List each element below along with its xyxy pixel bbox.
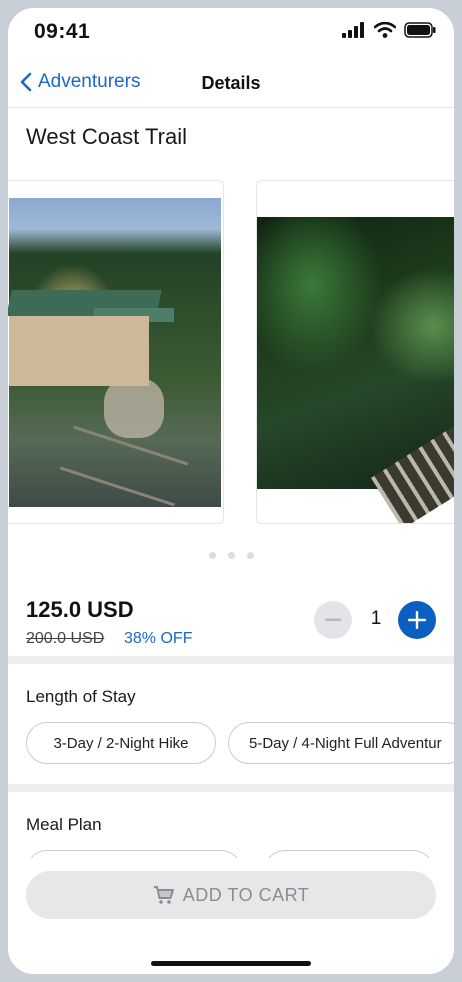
increase-quantity-button[interactable] [398, 601, 436, 639]
section-divider [8, 656, 454, 664]
page-dot[interactable] [227, 552, 235, 559]
carousel-card-forest[interactable] [256, 180, 454, 524]
status-icons [342, 22, 436, 38]
signal-icon [342, 22, 364, 38]
discount-label: 38% OFF [124, 630, 193, 647]
carousel-card-lodge[interactable] [8, 180, 224, 524]
lodge-photo [8, 198, 221, 507]
carousel-page-indicator [8, 552, 454, 559]
add-to-cart-button[interactable]: ADD TO CART [26, 871, 436, 919]
stay-option-3-day[interactable]: 3-Day / 2-Night Hike [26, 722, 216, 764]
page-dot[interactable] [246, 552, 254, 559]
quantity-value: 1 [370, 608, 382, 629]
length-of-stay-heading: Length of Stay [26, 687, 136, 706]
stay-option-5-day[interactable]: 5-Day / 4-Night Full Adventur [228, 722, 454, 764]
add-to-cart-label: ADD TO CART [182, 884, 310, 905]
screen: 09:41 Adventurers Details West Coast Tra… [8, 8, 454, 974]
meal-plan-heading: Meal Plan [26, 815, 102, 834]
wifi-icon [374, 22, 396, 38]
product-title: West Coast Trail [26, 124, 187, 149]
navigation-bar: Adventurers Details [8, 63, 454, 108]
cart-icon [153, 886, 174, 904]
image-carousel[interactable] [8, 180, 454, 526]
plus-icon [408, 611, 426, 629]
status-time: 09:41 [34, 20, 91, 43]
home-indicator[interactable] [151, 961, 311, 966]
decrease-quantity-button[interactable] [314, 601, 352, 639]
current-price: 125.0 USD [26, 597, 134, 622]
phone-frame: 09:41 Adventurers Details West Coast Tra… [0, 0, 462, 982]
bottom-action-area: ADD TO CART [8, 858, 454, 974]
section-divider [8, 784, 454, 792]
battery-icon [404, 22, 436, 38]
page-dot[interactable] [208, 552, 216, 559]
minus-icon [325, 618, 341, 621]
original-price: 200.0 USD [26, 630, 105, 647]
nav-title: Details [201, 73, 261, 93]
status-bar: 09:41 [8, 8, 454, 58]
forest-boardwalk-photo [257, 217, 454, 523]
